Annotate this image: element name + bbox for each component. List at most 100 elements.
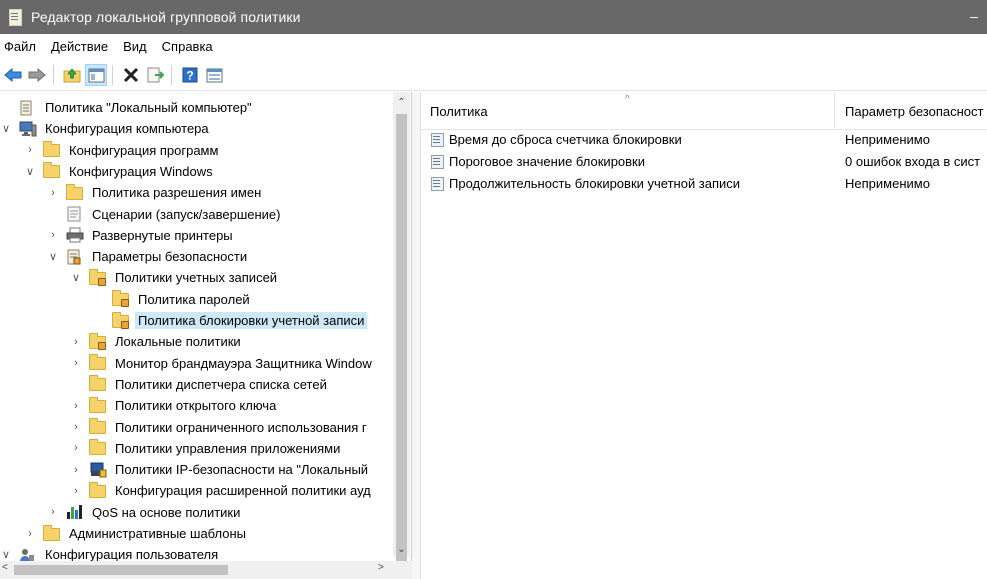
minimize-button[interactable]: – [967,8,981,24]
tree-item[interactable]: ∨ Конфигурация компьютера [0,118,212,139]
tree-item-label: Конфигурация расширенной политики ауд [115,483,371,499]
column-header-security-setting[interactable]: Параметр безопасност [845,104,984,119]
tree-item-label: Политики открытого ключа [115,398,277,414]
expand-chevron-icon[interactable]: › [69,464,83,476]
collapse-chevron-icon[interactable]: ∨ [46,250,60,263]
scroll-right-arrow[interactable]: > [378,562,384,573]
expand-chevron-icon[interactable]: › [46,187,60,199]
tree-horizontal-scrollbar[interactable]: < > [0,561,412,579]
policy-setting-icon [430,132,444,147]
folder-icon [66,183,84,201]
tree-item[interactable]: ∨ Параметры безопасности [46,246,250,267]
tree-item[interactable]: Политика паролей [92,289,253,310]
collapse-chevron-icon[interactable]: ∨ [0,122,13,135]
policy-value: Неприменимо [845,131,930,147]
tree-item-label: Развернутые принтеры [92,227,233,243]
expand-chevron-icon[interactable]: › [69,442,83,454]
menu-action[interactable]: Действие [47,39,119,54]
locked-folder-icon [112,311,130,329]
script-icon [66,206,84,222]
tree-item[interactable]: › Монитор брандмауэра Защитника Window [69,353,375,374]
tree-item[interactable]: Политика "Локальный компьютер" [0,97,255,118]
show-hide-tree-icon[interactable] [85,64,107,86]
properties-icon[interactable] [203,64,225,86]
expand-chevron-icon[interactable]: › [23,144,37,156]
sort-arrow-icon: ^ [625,94,630,105]
collapse-chevron-icon[interactable]: ∨ [23,165,37,178]
tree-item-label: Конфигурация Windows [69,163,213,179]
up-folder-icon[interactable] [61,64,83,86]
scroll-up-arrow[interactable]: ⌃ [393,96,410,110]
help-icon[interactable]: ? [179,64,201,86]
menu-help[interactable]: Справка [158,39,224,54]
scroll-thumb[interactable] [396,114,407,562]
list-item[interactable]: Пороговое значение блокировки 0 ошибок в… [421,150,987,172]
list-item[interactable]: Время до сброса счетчика блокировки Непр… [421,128,987,150]
expand-chevron-icon[interactable]: › [69,485,83,497]
expand-chevron-icon[interactable]: › [69,421,83,433]
policy-name: Время до сброса счетчика блокировки [449,131,682,147]
expand-chevron-icon[interactable]: › [23,528,37,540]
pane-splitter[interactable] [412,92,420,579]
expand-chevron-icon[interactable]: › [46,506,60,518]
tree-item[interactable]: › Конфигурация расширенной политики ауд [69,480,374,501]
expand-chevron-icon[interactable]: › [69,357,83,369]
policy-setting-icon [430,154,444,169]
tree-item[interactable]: Политика блокировки учетной записи [92,310,368,331]
policy-name: Пороговое значение блокировки [449,153,646,169]
hscroll-thumb[interactable] [14,565,228,575]
title-bar: Редактор локальной групповой политики – [0,0,987,34]
tree-item-label: Политика блокировки учетной записи [135,312,368,329]
tree-item-label: Локальные политики [115,334,241,350]
menu-bar: Файл Действие Вид Справка [0,34,987,59]
tree-item-label: Политики IP-безопасности на "Локальный [115,462,369,478]
forward-arrow-icon[interactable] [26,64,48,86]
list-item[interactable]: Продолжительность блокировки учетной зап… [421,172,987,194]
back-arrow-icon[interactable] [2,64,24,86]
tree-item-label: Политика "Локальный компьютер" [45,100,252,115]
expand-chevron-icon[interactable]: › [69,400,83,412]
locked-folder-icon [112,290,130,308]
expand-chevron-icon[interactable]: › [69,336,83,348]
policy-doc-icon [19,100,37,116]
tree-item[interactable]: ∨ Политики учетных записей [69,267,280,288]
tree-item[interactable]: › Политики открытого ключа [69,395,279,416]
tree-item[interactable]: › Политики управления приложениями [69,438,343,459]
toolbar-separator [53,65,54,85]
tree-item-label: Конфигурация компьютера [45,121,209,137]
column-header-policy[interactable]: Политика [430,104,488,119]
tree-item[interactable]: › Локальные политики [69,331,244,352]
svg-text:?: ? [186,69,193,83]
collapse-chevron-icon[interactable]: ∨ [0,548,13,561]
menu-view[interactable]: Вид [119,39,158,54]
toolbar-separator [112,65,113,85]
column-divider[interactable] [834,92,835,130]
tree-item[interactable]: › QoS на основе политики [46,502,243,523]
tree-vertical-scrollbar[interactable]: ⌃ ⌄ [393,92,410,562]
collapse-chevron-icon[interactable]: ∨ [69,271,83,284]
tree-item[interactable]: › Политики IP-безопасности на "Локальный [69,459,371,480]
folder-icon [43,141,61,158]
expand-chevron-icon[interactable]: › [46,229,60,241]
tree-item[interactable]: › Конфигурация программ [23,140,221,161]
toolbar: ? [0,60,987,91]
scroll-down-arrow[interactable]: ⌄ [393,543,410,557]
folder-icon [89,481,107,499]
menu-file[interactable]: Файл [0,39,47,54]
tree-item[interactable]: ∨ Конфигурация Windows [23,161,216,182]
policy-value: Неприменимо [845,175,930,191]
security-settings-icon [66,249,84,265]
scroll-left-arrow[interactable]: < [2,562,8,573]
tree-item-label: Политика паролей [138,291,250,307]
tree-item-label: Монитор брандмауэра Защитника Window [115,355,372,371]
delete-icon[interactable] [120,64,142,86]
tree-item[interactable]: Сценарии (запуск/завершение) [46,204,283,225]
tree-item[interactable]: › Административные шаблоны [23,523,249,544]
tree-item[interactable]: › Политики ограниченного использования г [69,417,370,438]
export-list-icon[interactable] [144,64,166,86]
tree-item[interactable]: Политики диспетчера списка сетей [69,374,330,395]
tree-item[interactable]: › Политика разрешения имен [46,182,264,203]
folder-icon [89,396,107,414]
chart-bars-icon [66,504,84,520]
tree-item[interactable]: › Развернутые принтеры [46,225,236,246]
